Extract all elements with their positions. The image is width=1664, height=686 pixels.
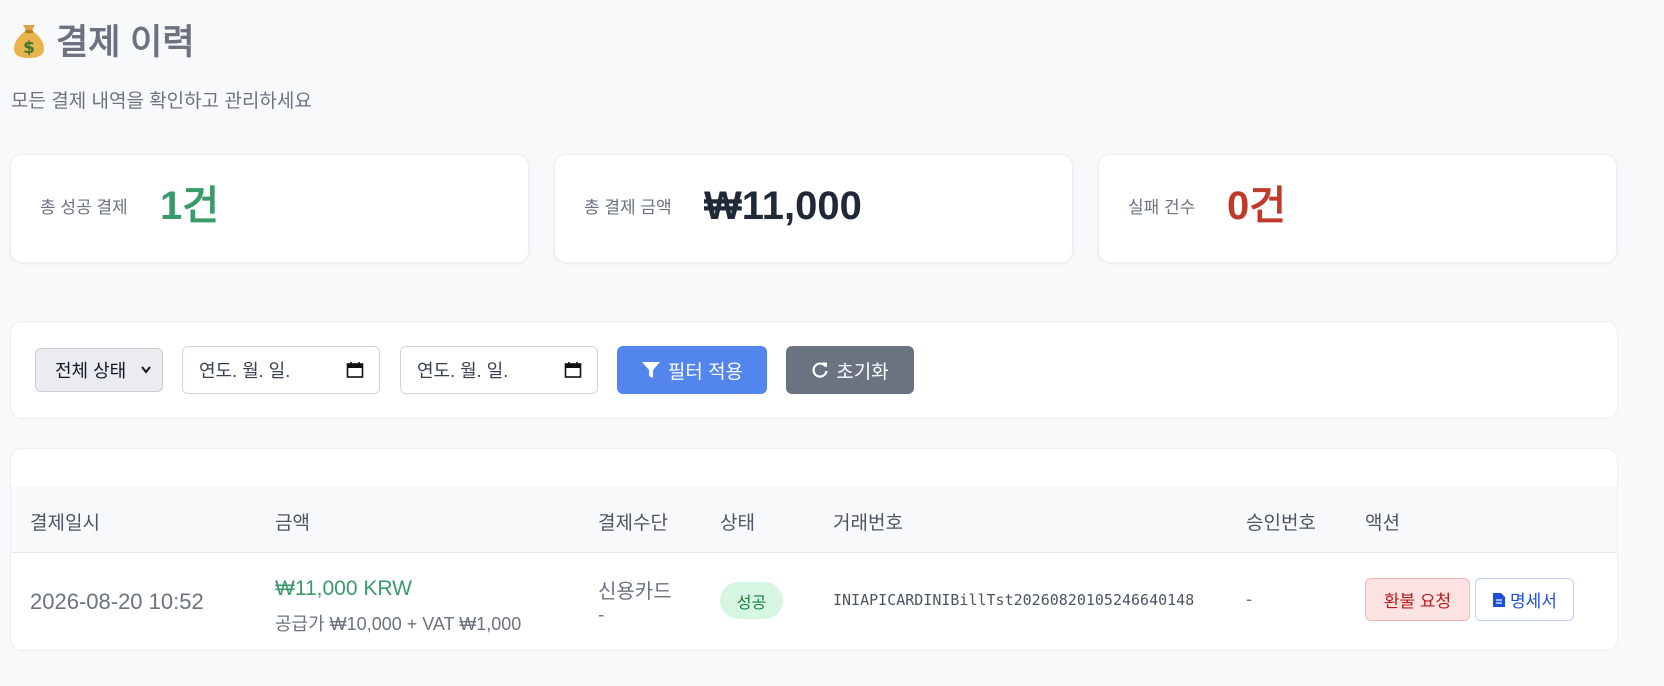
stat-card-total-amount: 총 결제 금액 ₩11,000 <box>554 154 1073 263</box>
stat-label: 총 성공 결제 <box>40 198 128 217</box>
receipt-button[interactable]: 명세서 <box>1475 578 1574 621</box>
stat-card-failure-count: 실패 건수 0건 <box>1098 154 1617 263</box>
refresh-icon <box>812 362 828 378</box>
stat-value: 1건 <box>160 184 220 228</box>
end-date-placeholder: 연도. 월. 일. <box>417 361 509 381</box>
column-header-status: 상태 <box>720 513 755 534</box>
table-row: 2026-08-20 10:52 ₩11,000 KRW 공급가 ₩10,000… <box>11 553 1617 650</box>
stat-value: 0건 <box>1227 184 1287 228</box>
page-title: $ 결제 이력 <box>10 14 195 65</box>
column-header-datetime: 결제일시 <box>30 513 100 534</box>
column-header-actions: 액션 <box>1365 513 1400 534</box>
payment-table: 결제일시 금액 결제수단 상태 거래번호 승인번호 액션 2026-08-20 … <box>10 448 1618 651</box>
payment-amount-detail: 공급가 ₩10,000 + VAT ₩1,000 <box>275 614 522 634</box>
chevron-down-icon <box>141 366 151 374</box>
stat-card-success-count: 총 성공 결제 1건 <box>10 154 529 263</box>
stat-label: 총 결제 금액 <box>584 198 672 217</box>
page-subtitle: 모든 결제 내역을 확인하고 관리하세요 <box>11 91 312 112</box>
reset-label: 초기화 <box>836 361 889 383</box>
table-header: 결제일시 금액 결제수단 상태 거래번호 승인번호 액션 <box>11 486 1617 553</box>
column-header-amount: 금액 <box>275 513 310 534</box>
payment-method-detail: - <box>598 605 605 626</box>
status-badge: 성공 <box>720 582 783 619</box>
start-date-placeholder: 연도. 월. 일. <box>199 361 291 381</box>
calendar-icon[interactable] <box>346 361 364 379</box>
payment-amount: ₩11,000 KRW <box>275 577 412 600</box>
payment-method: 신용카드 <box>598 581 672 603</box>
payment-history-page: $ 결제 이력 모든 결제 내역을 확인하고 관리하세요 총 성공 결제 1건 … <box>0 0 1664 686</box>
status-select-value: 전체 상태 <box>55 361 127 381</box>
document-icon <box>1493 592 1506 607</box>
column-header-approval-no: 승인번호 <box>1246 513 1316 534</box>
receipt-label: 명세서 <box>1510 592 1557 611</box>
end-date-input[interactable]: 연도. 월. 일. <box>400 346 598 394</box>
money-bag-icon: $ <box>14 24 44 58</box>
apply-filter-button[interactable]: 필터 적용 <box>617 346 767 394</box>
payment-datetime: 2026-08-20 10:52 <box>30 589 204 614</box>
transaction-id: INIAPICARDINIBillTst20260820105246640148 <box>833 591 1195 609</box>
filter-icon <box>641 362 660 378</box>
column-header-transaction-id: 거래번호 <box>833 513 903 534</box>
reset-button[interactable]: 초기화 <box>786 346 914 394</box>
status-select[interactable]: 전체 상태 <box>35 348 163 392</box>
page-title-text: 결제 이력 <box>56 23 195 62</box>
apply-filter-label: 필터 적용 <box>667 361 744 383</box>
approval-number: - <box>1246 589 1252 609</box>
refund-request-button[interactable]: 환불 요청 <box>1365 578 1470 621</box>
stat-value: ₩11,000 <box>704 184 862 228</box>
filter-bar: 전체 상태 연도. 월. 일. 연도. 월. 일. 필터 적용 초기화 <box>10 321 1618 419</box>
stat-label: 실패 건수 <box>1128 198 1196 217</box>
svg-text:$: $ <box>23 38 35 58</box>
start-date-input[interactable]: 연도. 월. 일. <box>182 346 380 394</box>
column-header-method: 결제수단 <box>598 513 668 534</box>
calendar-icon[interactable] <box>564 361 582 379</box>
